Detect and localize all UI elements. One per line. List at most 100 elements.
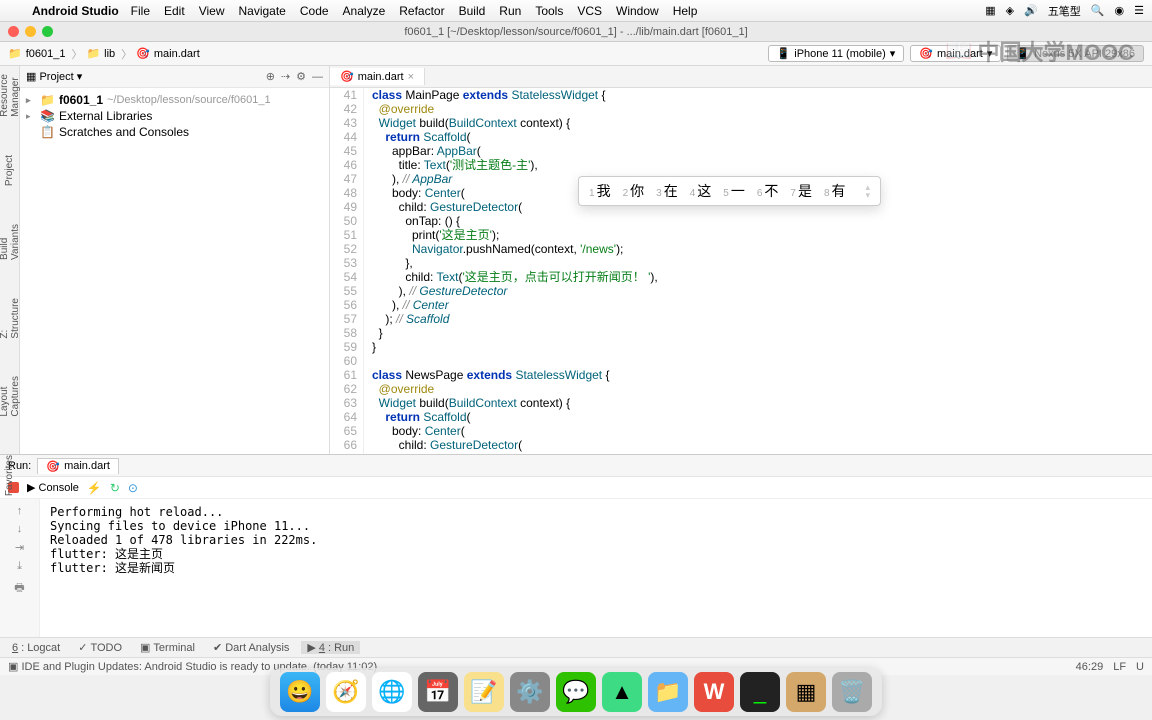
dock-notes[interactable]: 📝 — [464, 672, 504, 712]
app-name[interactable]: Android Studio — [32, 4, 119, 18]
menu-refactor[interactable]: Refactor — [399, 4, 444, 18]
devtools-icon[interactable]: ⊙ — [128, 481, 138, 495]
btab-logcat[interactable]: 6: Logcat — [6, 642, 66, 654]
dock-folder[interactable]: 📁 — [648, 672, 688, 712]
screenshare-icon[interactable]: ▦ — [985, 4, 995, 17]
hide-panel-icon[interactable]: — — [312, 71, 323, 83]
code-content[interactable]: class MainPage extends StatelessWidget {… — [372, 88, 1152, 454]
console-output[interactable]: Performing hot reload... Syncing files t… — [40, 499, 1152, 637]
ime-cand-8[interactable]: 8有 — [824, 181, 846, 201]
tab-favorites[interactable]: Favorites — [4, 451, 15, 500]
rail-up-icon[interactable]: ↑ — [17, 505, 23, 517]
menu-build[interactable]: Build — [459, 4, 486, 18]
file-tab-main[interactable]: 🎯 main.dart × — [330, 68, 425, 85]
tab-resource-manager[interactable]: Resource Manager — [0, 70, 21, 121]
ime-indicator[interactable]: 五笔型 — [1048, 3, 1081, 19]
dock-safari[interactable]: 🧭 — [326, 672, 366, 712]
tab-layout-captures[interactable]: Layout Captures — [0, 372, 21, 421]
dock-calendar[interactable]: 📅 — [418, 672, 458, 712]
window-title: f0601_1 [~/Desktop/lesson/source/f0601_1… — [404, 26, 747, 38]
scroll-from-source-icon[interactable]: ⊕ — [266, 70, 275, 83]
code-editor[interactable]: 4142434445464748495051525354555657585960… — [330, 88, 1152, 454]
breadcrumb-file[interactable]: 🎯 main.dart — [136, 47, 206, 60]
status-cursor-pos: 46:29 — [1076, 661, 1104, 673]
breadcrumb-lib[interactable]: 📁 lib — [86, 46, 132, 62]
run-config-selector[interactable]: 🎯 main.dart ▾ — [910, 45, 1001, 62]
btab-dart-analysis[interactable]: ✔ Dart Analysis — [207, 641, 295, 654]
console-rail: ↑ ↓ ⇥ ⤓ 🖶 — [0, 499, 40, 637]
tree-root[interactable]: ▸📁 f0601_1 ~/Desktop/lesson/source/f0601… — [26, 92, 323, 108]
tab-project[interactable]: Project — [4, 151, 15, 190]
dock-terminal[interactable]: _ — [740, 672, 780, 712]
ime-cand-3[interactable]: 3在 — [656, 181, 678, 201]
tab-structure[interactable]: Z: Structure — [0, 294, 21, 343]
menu-window[interactable]: Window — [616, 4, 659, 18]
project-tree[interactable]: ▸📁 f0601_1 ~/Desktop/lesson/source/f0601… — [20, 88, 329, 144]
dock-settings[interactable]: ⚙️ — [510, 672, 550, 712]
menu-file[interactable]: File — [131, 4, 150, 18]
menu-vcs[interactable]: VCS — [577, 4, 602, 18]
dock-wechat[interactable]: 💬 — [556, 672, 596, 712]
siri-icon[interactable]: ◉ — [1115, 4, 1125, 17]
spotlight-icon[interactable]: 🔍 — [1091, 4, 1105, 17]
status-line-sep[interactable]: LF — [1113, 661, 1126, 673]
volume-icon[interactable]: 🔊 — [1024, 4, 1038, 17]
status-event-icon[interactable]: ▣ — [8, 660, 18, 673]
rail-scroll-icon[interactable]: ⤓ — [17, 560, 22, 573]
menu-help[interactable]: Help — [673, 4, 698, 18]
tree-external-libraries[interactable]: ▸📚 External Libraries — [26, 108, 323, 124]
device-selector[interactable]: 📱 iPhone 11 (mobile) ▾ — [768, 45, 905, 62]
dock-finder[interactable]: 😀 — [280, 672, 320, 712]
rail-print-icon[interactable]: 🖶 — [14, 579, 24, 598]
menu-edit[interactable]: Edit — [164, 4, 185, 18]
ime-cand-6[interactable]: 6不 — [757, 181, 779, 201]
console-tab[interactable]: ▶ Console — [27, 481, 79, 494]
breadcrumb-root[interactable]: 📁 f0601_1 — [8, 46, 82, 62]
rail-softwrap-icon[interactable]: ⇥ — [15, 541, 24, 554]
rail-down-icon[interactable]: ↓ — [17, 523, 23, 535]
project-view-selector[interactable]: ▦ Project ▾ — [26, 70, 82, 83]
window-titlebar: f0601_1 [~/Desktop/lesson/source/f0601_1… — [0, 22, 1152, 42]
editor-tab-bar: 🎯 main.dart × — [330, 66, 1152, 88]
notification-icon[interactable]: ☰ — [1134, 4, 1144, 17]
btab-todo[interactable]: ✓ TODO — [72, 641, 128, 654]
ime-scroll-icon[interactable]: ▴▾ — [866, 183, 871, 199]
status-encoding[interactable]: U — [1136, 661, 1144, 673]
hot-reload-icon[interactable]: ⚡ — [87, 481, 102, 495]
ime-candidate-popup[interactable]: 1我 2你 3在 4这 5一 6不 7是 8有 ▴▾ — [578, 176, 881, 206]
close-tab-icon[interactable]: × — [408, 71, 414, 83]
run-tab-main[interactable]: 🎯 main.dart — [37, 458, 119, 474]
bottom-tool-tabs: 6: Logcat ✓ TODO ▣ Terminal ✔ Dart Analy… — [0, 637, 1152, 657]
ime-cand-4[interactable]: 4这 — [690, 181, 712, 201]
wifi-icon[interactable]: ◈ — [1006, 4, 1014, 17]
btab-run[interactable]: ▶ 4: Run — [301, 641, 360, 654]
ime-cand-1[interactable]: 1我 — [589, 181, 611, 201]
left-tool-rail: Resource Manager Project Build Variants … — [0, 66, 20, 454]
dock-browser[interactable]: 🌐 — [372, 672, 412, 712]
btab-terminal[interactable]: ▣ Terminal — [134, 641, 201, 654]
macos-dock: 😀 🧭 🌐 📅 📝 ⚙️ 💬 ▲ 📁 W _ ▦ 🗑️ — [270, 668, 882, 716]
dock-trash[interactable]: 🗑️ — [832, 672, 872, 712]
ime-cand-5[interactable]: 5一 — [723, 181, 745, 201]
menu-navigate[interactable]: Navigate — [238, 4, 285, 18]
tree-scratches[interactable]: 📋 Scratches and Consoles — [26, 124, 323, 140]
dock-wps[interactable]: W — [694, 672, 734, 712]
tab-build-variants[interactable]: Build Variants — [0, 220, 21, 264]
menu-view[interactable]: View — [199, 4, 225, 18]
dock-calculator[interactable]: ▦ — [786, 672, 826, 712]
settings-icon[interactable]: ⚙ — [296, 70, 306, 83]
fullscreen-window-button[interactable] — [42, 26, 53, 37]
menu-code[interactable]: Code — [300, 4, 329, 18]
project-panel: ▦ Project ▾ ⊕ ⇢ ⚙ — ▸📁 f0601_1 ~/Desktop… — [20, 66, 330, 454]
collapse-icon[interactable]: ⇢ — [281, 70, 290, 83]
emulator-selector[interactable]: 📱 Nexus 5X API 29x86 — [1007, 45, 1144, 62]
menu-run[interactable]: Run — [499, 4, 521, 18]
ime-cand-2[interactable]: 2你 — [623, 181, 645, 201]
hot-restart-icon[interactable]: ↻ — [110, 481, 120, 495]
close-window-button[interactable] — [8, 26, 19, 37]
minimize-window-button[interactable] — [25, 26, 36, 37]
menu-tools[interactable]: Tools — [535, 4, 563, 18]
dock-android-studio[interactable]: ▲ — [602, 672, 642, 712]
menu-analyze[interactable]: Analyze — [343, 4, 386, 18]
ime-cand-7[interactable]: 7是 — [790, 181, 812, 201]
